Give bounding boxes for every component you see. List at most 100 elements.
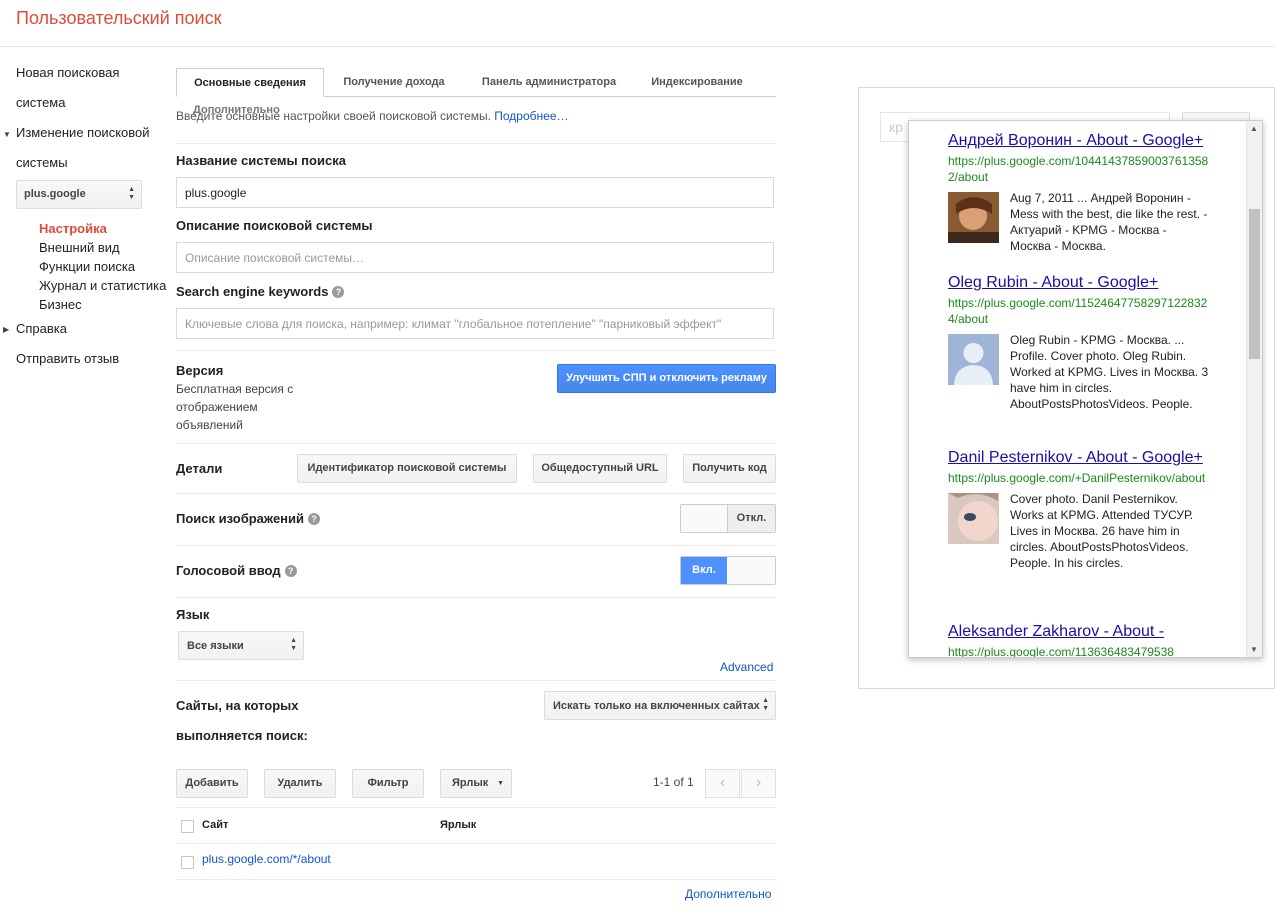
sites-label-line2: выполняется поиск:: [176, 728, 308, 743]
image-search-label: Поиск изображений?: [176, 511, 321, 526]
help-icon[interactable]: ?: [332, 286, 345, 298]
chevron-right-icon: ›: [755, 774, 762, 791]
app-title[interactable]: Пользовательский поиск: [16, 8, 221, 29]
header: Пользовательский поиск: [0, 0, 1275, 47]
engine-select[interactable]: plus.google ▲ ▼: [16, 180, 142, 209]
keywords-input[interactable]: [176, 308, 774, 339]
divider: [176, 879, 776, 880]
scroll-down-icon[interactable]: ▼: [1250, 645, 1258, 654]
result-url: https://plus.google.com/+DanilPesterniko…: [948, 471, 1206, 485]
tab-monetization[interactable]: Получение дохода: [326, 68, 462, 97]
list-item: Oleg Rubin - About - Google+ https://plu…: [948, 273, 1210, 412]
engine-name-input[interactable]: [176, 177, 774, 208]
sidebar-item-edit-engine[interactable]: Изменение поисковой: [16, 118, 150, 148]
result-snippet: Cover photo. Danil Pesternikov. Works at…: [1010, 492, 1194, 570]
chevron-down-icon: ▼: [497, 780, 504, 787]
sidebar-item-search-features[interactable]: Функции поиска: [39, 259, 135, 274]
voice-search-toggle[interactable]: Вкл.: [680, 556, 776, 585]
column-header-site[interactable]: Сайт: [202, 819, 228, 831]
profile-photo-icon: [948, 192, 999, 243]
details-label: Детали: [176, 461, 223, 476]
upgrade-button[interactable]: Улучшить СПП и отключить рекламу: [557, 364, 776, 393]
scrollbar-thumb[interactable]: [1249, 209, 1260, 359]
sites-mode-select[interactable]: Искать только на включенных сайтах ▲ ▼: [544, 691, 776, 720]
collapsed-arrow-icon[interactable]: ▶: [3, 325, 9, 334]
description-label: Описание поисковой системы: [176, 218, 373, 233]
pager-text: 1-1 of 1: [653, 775, 694, 789]
column-header-label[interactable]: Ярлык: [440, 819, 476, 831]
divider: [176, 807, 776, 808]
label-menu-button[interactable]: Ярлык ▼: [440, 769, 512, 798]
select-arrows-icon: ▲ ▼: [290, 637, 297, 652]
result-title-link[interactable]: Danil Pesternikov - About - Google+: [948, 448, 1210, 468]
sidebar-item-edit-engine-line2[interactable]: системы: [16, 148, 68, 178]
expanded-arrow-icon[interactable]: ▼: [3, 130, 11, 139]
divider: [176, 680, 776, 681]
result-title-link[interactable]: Oleg Rubin - About - Google+: [948, 273, 1210, 293]
sidebar-item-help[interactable]: Справка: [16, 314, 67, 344]
tab-admin[interactable]: Панель администратора: [466, 68, 632, 97]
result-snippet: Oleg Rubin - KPMG - Москва. ... Profile.…: [1010, 333, 1209, 411]
list-item: Danil Pesternikov - About - Google+ http…: [948, 448, 1210, 571]
divider: [176, 843, 776, 844]
sidebar-item-look-and-feel[interactable]: Внешний вид: [39, 240, 120, 255]
divider: [176, 597, 776, 598]
more-sites-link[interactable]: Дополнительно: [685, 887, 771, 901]
tab-basics[interactable]: Основные сведения: [176, 68, 324, 97]
scrollbar[interactable]: ▲ ▼: [1246, 121, 1262, 657]
engine-id-button[interactable]: Идентификатор поисковой системы: [297, 454, 517, 483]
autocomplete-dropdown: Андрей Воронин - About - Google+ https:/…: [908, 120, 1263, 658]
delete-site-button[interactable]: Удалить: [264, 769, 336, 798]
profile-photo-icon: [948, 493, 999, 544]
list-item: Андрей Воронин - About - Google+ https:/…: [948, 131, 1210, 254]
result-url: https://plus.google.com/113636483479538: [948, 645, 1174, 658]
row-checkbox[interactable]: [181, 856, 194, 869]
result-title-link[interactable]: Aleksander Zakharov - About -: [948, 622, 1210, 642]
next-page-button[interactable]: ›: [741, 769, 776, 798]
public-url-button[interactable]: Общедоступный URL: [533, 454, 667, 483]
prev-page-button[interactable]: ‹: [705, 769, 740, 798]
name-label: Название системы поиска: [176, 153, 346, 168]
site-link[interactable]: plus.google.com/*/about: [202, 852, 331, 866]
filter-button[interactable]: Фильтр: [352, 769, 424, 798]
divider: [176, 143, 776, 144]
voice-search-label: Голосовой ввод?: [176, 563, 297, 578]
intro-text: Введите основные настройки своей поисков…: [176, 109, 569, 123]
toggle-on-label: Вкл.: [681, 557, 727, 584]
language-label: Язык: [176, 607, 210, 622]
sidebar-item-new-engine[interactable]: Новая поисковая: [16, 58, 119, 88]
sidebar-item-business[interactable]: Бизнес: [39, 297, 82, 312]
sidebar-item-setup[interactable]: Настройка: [39, 221, 107, 236]
divider: [176, 350, 776, 351]
advanced-link[interactable]: Advanced: [720, 660, 773, 674]
learn-more-link[interactable]: Подробнее…: [494, 109, 568, 123]
scroll-up-icon[interactable]: ▲: [1250, 124, 1258, 133]
get-code-button[interactable]: Получить код: [683, 454, 776, 483]
edition-label: Версия: [176, 363, 224, 378]
sidebar-item-new-engine-line2[interactable]: система: [16, 88, 65, 118]
edition-description: Бесплатная версия с отображением объявле…: [176, 382, 294, 432]
help-icon[interactable]: ?: [284, 565, 297, 577]
sidebar-item-statistics[interactable]: Журнал и статистика: [39, 278, 166, 293]
chevron-left-icon: ‹: [719, 774, 726, 791]
language-select[interactable]: Все языки ▲ ▼: [178, 631, 304, 660]
sidebar-item-feedback[interactable]: Отправить отзыв: [16, 344, 119, 374]
result-snippet: Aug 7, 2011 ... Андрей Воронин - Mess wi…: [1010, 191, 1208, 253]
tab-bar: Основные сведения Получение дохода Панел…: [176, 68, 776, 97]
select-arrows-icon: ▲ ▼: [762, 697, 769, 712]
tab-indexing[interactable]: Индексирование: [634, 68, 760, 97]
result-url: https://plus.google.com/1044143785900376…: [948, 154, 1209, 184]
add-site-button[interactable]: Добавить: [176, 769, 248, 798]
image-search-toggle[interactable]: Откл.: [680, 504, 776, 533]
select-all-checkbox[interactable]: [181, 820, 194, 833]
sites-label-line1: Сайты, на которых: [176, 698, 299, 713]
keywords-label: Search engine keywords?: [176, 284, 345, 299]
result-url: https://plus.google.com/1152464775829712…: [948, 296, 1208, 326]
toggle-off-label: Откл.: [727, 505, 775, 532]
list-item: Aleksander Zakharov - About - https://pl…: [948, 622, 1210, 658]
result-title-link[interactable]: Андрей Воронин - About - Google+: [948, 131, 1210, 151]
help-icon[interactable]: ?: [308, 513, 321, 525]
divider: [176, 443, 776, 444]
engine-description-input[interactable]: [176, 242, 774, 273]
select-arrows-icon: ▲ ▼: [128, 186, 135, 201]
